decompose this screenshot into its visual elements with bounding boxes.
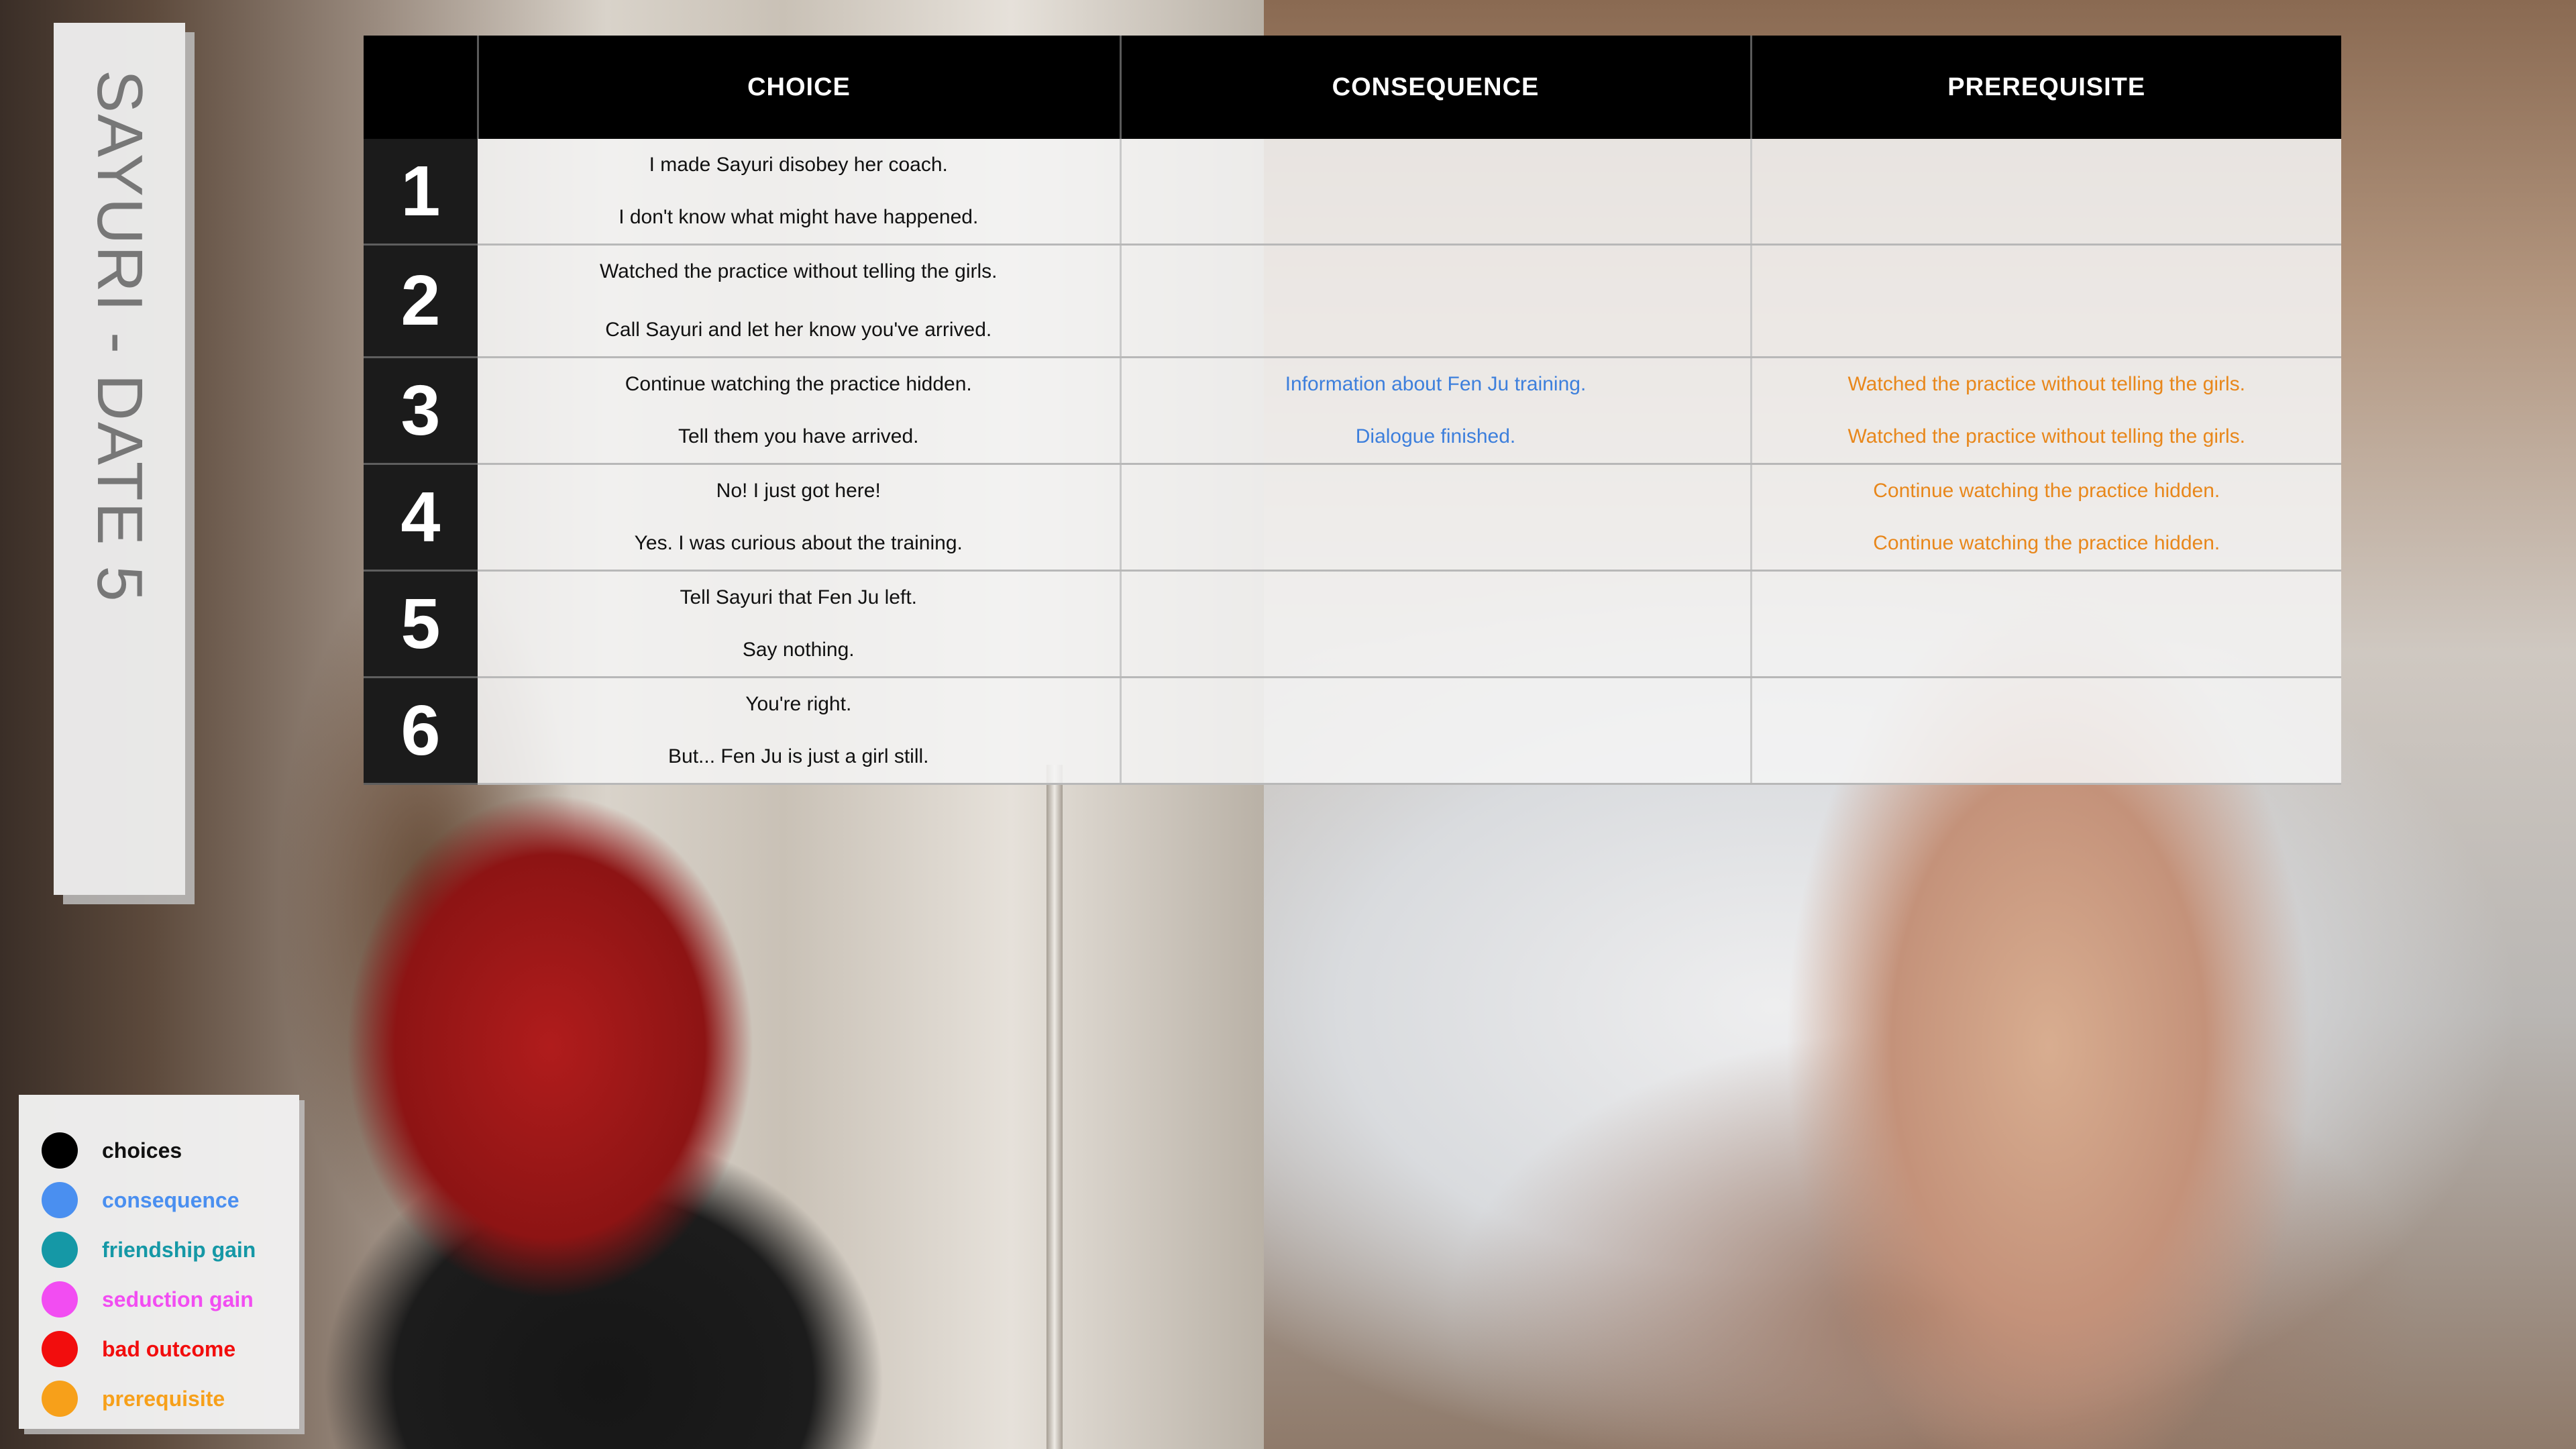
row-number: 6: [364, 677, 478, 785]
legend-item: bad outcome: [42, 1324, 299, 1374]
prerequisite-text: Watched the practice without telling the…: [1847, 425, 2245, 447]
consequence-text: Dialogue finished.: [1355, 425, 1516, 447]
prerequisite-cell-lines: Watched the practice without telling the…: [1752, 358, 2342, 463]
header-number: [364, 36, 479, 139]
prerequisite-cell: Continue watching the practice hidden. Co…: [1751, 464, 2342, 572]
choice-cell: I made Sayuri disobey her coach. I don't …: [478, 139, 1122, 246]
consequence-cell: [1120, 570, 1752, 678]
legend-item: friendship gain: [42, 1225, 299, 1275]
prerequisite-cell-lines: [1752, 572, 2342, 676]
legend: choices consequence friendship gain seducti…: [19, 1095, 299, 1429]
choice-cell: Watched the practice without telling the…: [478, 244, 1122, 358]
legend-label: friendship gain: [102, 1237, 256, 1262]
choice-text: Tell them you have arrived.: [678, 425, 919, 447]
background-wall-edge: [1046, 765, 1063, 1449]
table-row: 3 Continue watching the practice hidden. T…: [364, 357, 2342, 465]
prerequisite-cell: [1751, 244, 2342, 358]
choice-text: But... Fen Ju is just a girl still.: [668, 745, 929, 767]
header-choice: CHOICE: [478, 36, 1122, 139]
choice-cell-lines: No! I just got here! Yes. I was curious a…: [478, 465, 1120, 570]
legend-dot-icon: [42, 1232, 78, 1268]
legend-label: seduction gain: [102, 1287, 254, 1311]
choices-table: CHOICE CONSEQUENCE PREREQUISITE 1I made …: [364, 36, 2341, 785]
table-header-row: CHOICE CONSEQUENCE PREREQUISITE: [364, 36, 2341, 139]
row-number: 1: [364, 139, 478, 246]
prerequisite-cell-lines: Continue watching the practice hidden. Co…: [1752, 465, 2342, 570]
page-title: SAYURI - DATE 5: [84, 70, 156, 603]
row-number: 3: [364, 357, 478, 465]
header-prerequisite: PREREQUISITE: [1751, 36, 2341, 139]
table-row: 4 No! I just got here! Yes. I was curious …: [364, 464, 2342, 572]
prerequisite-cell-lines: [1752, 246, 2342, 356]
header-consequence: CONSEQUENCE: [1120, 36, 1752, 139]
legend-dot-icon: [42, 1331, 78, 1367]
choice-cell: Continue watching the practice hidden. Te…: [478, 357, 1122, 465]
row-number: 2: [364, 244, 478, 358]
table-row: 6 You're right. But... Fen Ju is just a gi…: [364, 677, 2342, 785]
choice-cell-lines: I made Sayuri disobey her coach. I don't …: [478, 139, 1120, 244]
choice-text: Yes. I was curious about the training.: [634, 532, 963, 554]
table-row: 2 Watched the practice without telling th…: [364, 244, 2342, 358]
choice-text: Watched the practice without telling the…: [599, 260, 998, 282]
guide-page: SAYURI - DATE 5 CHOICE CONSEQUENCE PRERE…: [0, 0, 2576, 1449]
consequence-cell-lines: [1122, 678, 1750, 783]
legend-item: choices: [42, 1126, 299, 1175]
prerequisite-text: Continue watching the practice hidden.: [1873, 480, 2220, 502]
legend-item: seduction gain: [42, 1275, 299, 1324]
consequence-cell-lines: [1122, 246, 1750, 356]
table-row: 5 Tell Sayuri that Fen Ju left. Say nothin…: [364, 570, 2342, 678]
prerequisite-text: Watched the practice without telling the…: [1847, 373, 2245, 395]
prerequisite-cell: [1751, 139, 2342, 246]
choice-text: Call Sayuri and let her know you've arri…: [605, 319, 992, 341]
choice-text: Continue watching the practice hidden.: [625, 373, 972, 395]
choice-text: No! I just got here!: [716, 480, 881, 502]
legend-item: consequence: [42, 1175, 299, 1225]
legend-label: bad outcome: [102, 1336, 236, 1361]
choice-text: Say nothing.: [742, 639, 855, 661]
table-body: 1 I made Sayuri disobey her coach. I don't…: [364, 139, 2342, 785]
legend-dot-icon: [42, 1132, 78, 1169]
consequence-cell: [1120, 464, 1752, 572]
consequence-cell-lines: [1122, 139, 1750, 244]
table-row: 1 I made Sayuri disobey her coach. I don't…: [364, 139, 2342, 246]
row-number: 5: [364, 570, 478, 678]
prerequisite-cell: [1751, 677, 2342, 785]
title-card: SAYURI - DATE 5: [54, 23, 185, 895]
consequence-cell: [1120, 677, 1752, 785]
legend-label: prerequisite: [102, 1386, 225, 1411]
choice-cell-lines: Continue watching the practice hidden. Te…: [478, 358, 1120, 463]
choice-cell: Tell Sayuri that Fen Ju left. Say nothing…: [478, 570, 1122, 678]
choice-cell: You're right. But... Fen Ju is just a gir…: [478, 677, 1122, 785]
row-number: 4: [364, 464, 478, 572]
prerequisite-cell-lines: [1752, 139, 2342, 244]
consequence-cell-lines: [1122, 572, 1750, 676]
consequence-cell-lines: [1122, 465, 1750, 570]
consequence-cell: [1120, 139, 1752, 246]
choice-text: You're right.: [745, 693, 852, 715]
legend-dot-icon: [42, 1281, 78, 1318]
choice-cell: No! I just got here! Yes. I was curious a…: [478, 464, 1122, 572]
choice-text: I don't know what might have happened.: [619, 206, 979, 228]
legend-label: choices: [102, 1138, 182, 1163]
choice-cell-lines: You're right. But... Fen Ju is just a gir…: [478, 678, 1120, 783]
prerequisite-text: Continue watching the practice hidden.: [1873, 532, 2220, 554]
consequence-cell: Information about Fen Ju training. Dialog…: [1120, 357, 1752, 465]
consequence-cell-lines: Information about Fen Ju training. Dialog…: [1122, 358, 1750, 463]
prerequisite-cell: [1751, 570, 2342, 678]
legend-label: consequence: [102, 1187, 239, 1212]
choice-cell-lines: Watched the practice without telling the…: [478, 246, 1120, 356]
consequence-cell: [1120, 244, 1752, 358]
choice-text: I made Sayuri disobey her coach.: [649, 154, 948, 176]
prerequisite-cell-lines: [1752, 678, 2342, 783]
legend-dot-icon: [42, 1381, 78, 1417]
choice-text: Tell Sayuri that Fen Ju left.: [680, 586, 918, 608]
legend-dot-icon: [42, 1182, 78, 1218]
choice-cell-lines: Tell Sayuri that Fen Ju left. Say nothing…: [478, 572, 1120, 676]
consequence-text: Information about Fen Ju training.: [1285, 373, 1587, 395]
legend-item: prerequisite: [42, 1374, 299, 1424]
prerequisite-cell: Watched the practice without telling the…: [1751, 357, 2342, 465]
